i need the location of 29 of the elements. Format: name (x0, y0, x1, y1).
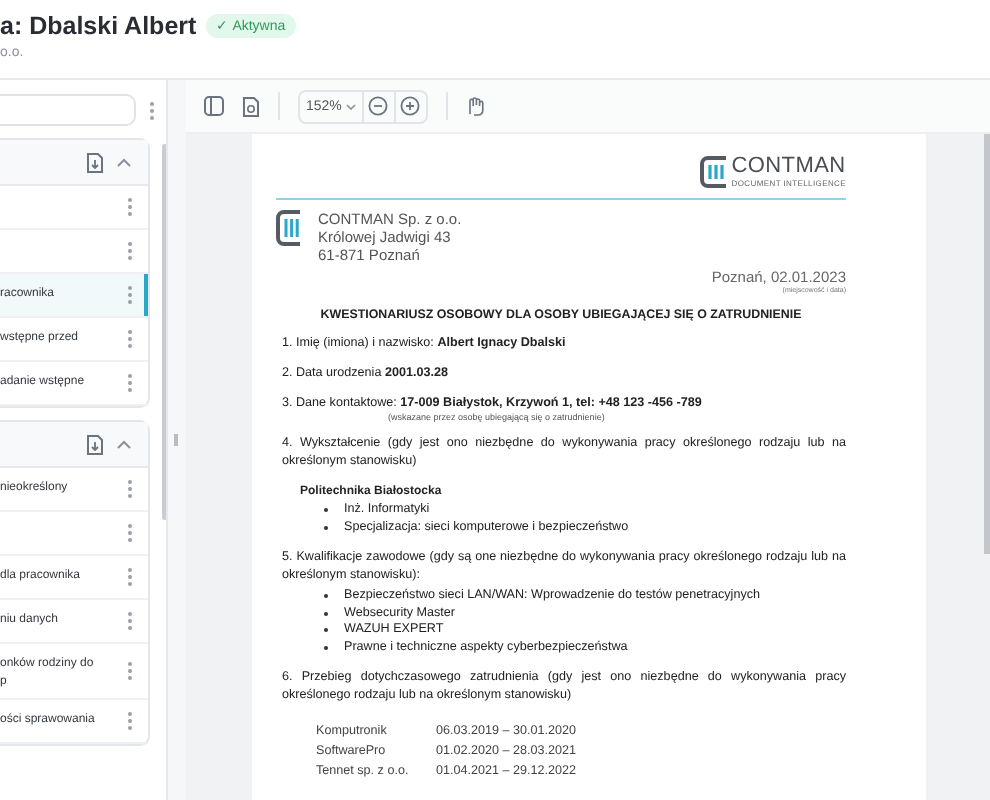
more-icon[interactable] (126, 566, 134, 588)
minus-circle-icon (368, 96, 389, 116)
chevron-up-icon[interactable] (116, 157, 132, 167)
document-download-icon[interactable] (86, 151, 104, 173)
hand-icon[interactable] (465, 96, 484, 116)
more-icon[interactable] (126, 328, 134, 350)
more-icon[interactable] (126, 660, 134, 682)
more-icon[interactable] (126, 710, 134, 732)
document-icon[interactable] (242, 95, 260, 117)
caret-icon (345, 103, 356, 109)
logo-name: CONTMAN (731, 154, 846, 178)
logo-mark-icon (699, 155, 728, 187)
scrollbar[interactable] (984, 134, 990, 554)
more-icon[interactable] (126, 240, 134, 262)
chevron-up-icon[interactable] (116, 439, 132, 449)
more-icon[interactable] (126, 284, 134, 306)
resize-handle[interactable] (166, 80, 186, 800)
search-field[interactable] (0, 94, 136, 126)
logo-mark-icon (276, 210, 302, 246)
more-icon[interactable] (126, 478, 134, 500)
more-icon[interactable] (126, 372, 134, 394)
more-icon[interactable] (148, 99, 156, 121)
plus-circle-icon (400, 96, 421, 116)
more-icon[interactable] (126, 610, 134, 632)
document-download-icon[interactable] (86, 433, 104, 455)
page-title: a: Dbalski Albert (0, 12, 197, 40)
more-icon[interactable] (126, 196, 134, 218)
sidebar-toggle-icon[interactable] (204, 96, 224, 116)
more-icon[interactable] (126, 522, 134, 544)
